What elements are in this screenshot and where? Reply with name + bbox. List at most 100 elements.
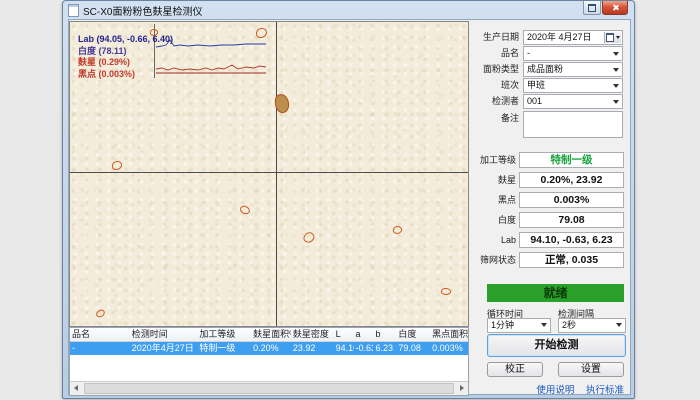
table-empty-area [70, 355, 468, 381]
lab-label: Lab [477, 232, 519, 248]
overlay-line-0: Lab (94.05, -0.66, 6.40) [78, 34, 173, 46]
sample-info-form: 生产日期2020年 4月27日品名-面粉类型成品面粉班次甲班检测者001备注 [477, 30, 623, 139]
row-cell-1: 2020年4月27日 11:10 [130, 342, 198, 355]
product-name-label: 品名 [477, 46, 523, 61]
inspector-label: 检测者 [477, 94, 523, 109]
app-window: SC-X0面粉粉色麸星检测仪 Lab (94.05, -0.66, 6.40)白… [62, 0, 635, 399]
remarks-label: 备注 [477, 111, 523, 138]
bran-speck-value: 0.20%, 23.92 [519, 172, 624, 188]
detected-speck-7 [440, 287, 451, 296]
shift-label: 班次 [477, 78, 523, 93]
black-spot-label: 黑点 [477, 192, 519, 208]
row-cell-6: -0.63 [354, 342, 374, 355]
col-header-3[interactable]: 麸星面积% [251, 328, 291, 341]
black-spot-value: 0.003% [519, 192, 624, 208]
link-execution-standard[interactable]: 执行标准 [586, 385, 624, 396]
flour-type-value: 成品面粉 [527, 63, 610, 76]
shift-field[interactable]: 甲班 [523, 78, 623, 93]
row-cell-5: 94.10 [334, 342, 354, 355]
horizontal-scrollbar[interactable] [70, 381, 468, 395]
col-header-5[interactable]: L [334, 328, 354, 341]
app-icon [68, 4, 79, 17]
product-name-value: - [527, 47, 610, 60]
row-cell-0: - [70, 342, 130, 355]
bran-speck-label: 麸星 [477, 172, 519, 188]
sieve-status-label: 筛网状态 [477, 252, 519, 268]
table-row[interactable]: -2020年4月27日 11:10特制一级0.20%23.9294.10-0.6… [70, 342, 468, 355]
lab-value: 94.10, -0.63, 6.23 [519, 232, 624, 248]
overlay-line-1: 白度 (78.11) [78, 46, 173, 58]
processing-grade-row: 加工等级特制一级 [477, 152, 624, 168]
flour-type-row: 面粉类型成品面粉 [477, 62, 623, 77]
black-spot-row: 黑点0.003% [477, 192, 624, 208]
shift-value: 甲班 [527, 79, 610, 92]
overlay-line-3: 黑点 (0.003%) [78, 69, 173, 81]
maximize-button[interactable] [583, 1, 601, 15]
shift-row: 班次甲班 [477, 78, 623, 93]
flour-type-field[interactable]: 成品面粉 [523, 62, 623, 77]
production-date-label: 生产日期 [477, 30, 523, 45]
col-header-6[interactable]: a [354, 328, 374, 341]
processing-grade-value: 特制一级 [519, 152, 624, 168]
remarks-row: 备注 [477, 111, 623, 138]
lab-row: Lab94.10, -0.63, 6.23 [477, 232, 624, 248]
results-panel: 加工等级特制一级麸星0.20%, 23.92黑点0.003%白度79.08Lab… [477, 152, 624, 272]
remarks-input[interactable] [523, 111, 623, 138]
sieve-status-row: 筛网状态正常, 0.035 [477, 252, 624, 268]
production-date-field[interactable]: 2020年 4月27日 [523, 30, 623, 45]
detect-interval-value: 2秒 [562, 319, 614, 332]
processing-grade-label: 加工等级 [477, 152, 519, 168]
close-icon [612, 4, 619, 11]
settings-button[interactable]: 设置 [558, 362, 624, 377]
start-detection-button[interactable]: 开始检测 [487, 334, 626, 357]
col-header-0[interactable]: 品名 [70, 328, 130, 341]
close-button[interactable] [602, 1, 628, 15]
row-cell-9: 0.003% [430, 342, 468, 355]
sieve-status-value: 正常, 0.035 [519, 252, 624, 268]
col-header-9[interactable]: 黑点面积% [430, 328, 468, 341]
crosshair-vertical-line [276, 22, 277, 326]
scroll-thumb[interactable] [84, 383, 454, 394]
col-header-7[interactable]: b [373, 328, 396, 341]
product-name-row: 品名- [477, 46, 623, 61]
inspector-field[interactable]: 001 [523, 94, 623, 109]
window-title: SC-X0面粉粉色麸星检测仪 [83, 3, 202, 18]
row-cell-7: 6.23 [373, 342, 396, 355]
cycle-time-select[interactable]: 1分钟 [487, 318, 551, 333]
scroll-right-arrow[interactable] [455, 382, 468, 395]
maximize-icon [588, 4, 596, 12]
col-header-8[interactable]: 白度 [396, 328, 430, 341]
row-cell-2: 特制一级 [197, 342, 251, 355]
dropdown-arrow-icon[interactable] [613, 100, 619, 104]
date-picker-button[interactable] [604, 32, 621, 43]
row-cell-8: 79.08 [396, 342, 430, 355]
inspector-row: 检测者 001 [477, 94, 623, 109]
measurement-overlay: Lab (94.05, -0.66, 6.40)白度 (78.11)麸星 (0.… [78, 34, 173, 80]
history-table: 品名检测时间加工等级麸星面积%麸星密度Lab白度黑点面积% -2020年4月27… [69, 327, 469, 396]
col-header-4[interactable]: 麸星密度 [291, 328, 334, 341]
detected-speck-3 [112, 161, 122, 170]
dropdown-arrow-icon [616, 36, 620, 39]
calibrate-button[interactable]: 校正 [487, 362, 543, 377]
calendar-icon [606, 33, 614, 42]
link-usage-instructions[interactable]: 使用说明 [536, 385, 574, 396]
overlay-line-2: 麸星 (0.29%) [78, 57, 173, 69]
window-content: Lab (94.05, -0.66, 6.40)白度 (78.11)麸星 (0.… [68, 19, 631, 395]
dropdown-arrow-icon[interactable] [541, 323, 547, 327]
col-header-1[interactable]: 检测时间 [130, 328, 198, 341]
desktop: SC-X0面粉粉色麸星检测仪 Lab (94.05, -0.66, 6.40)白… [0, 0, 700, 400]
col-header-2[interactable]: 加工等级 [197, 328, 251, 341]
production-date-value: 2020年 4月27日 [527, 31, 610, 44]
product-name-field[interactable]: - [523, 46, 623, 61]
dropdown-arrow-icon[interactable] [613, 68, 619, 72]
title-bar[interactable]: SC-X0面粉粉色麸星检测仪 [63, 1, 634, 19]
dropdown-arrow-icon[interactable] [613, 84, 619, 88]
dropdown-arrow-icon[interactable] [616, 323, 622, 327]
scroll-left-arrow[interactable] [70, 382, 83, 395]
table-header-row: 品名检测时间加工等级麸星面积%麸星密度Lab白度黑点面积% [70, 328, 468, 342]
inspector-value: 001 [527, 95, 610, 108]
camera-image-view: Lab (94.05, -0.66, 6.40)白度 (78.11)麸星 (0.… [69, 21, 469, 327]
dropdown-arrow-icon[interactable] [613, 52, 619, 56]
detect-interval-select[interactable]: 2秒 [558, 318, 626, 333]
production-date-row: 生产日期 2020年 4月27日 [477, 30, 623, 45]
